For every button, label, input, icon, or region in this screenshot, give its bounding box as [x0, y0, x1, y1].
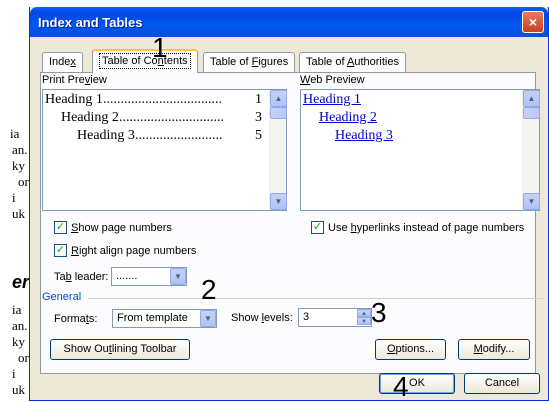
web-heading-2-link[interactable]: Heading 2	[319, 110, 377, 126]
print-preview-box: Heading 1...............................…	[42, 89, 287, 211]
web-heading-1-link[interactable]: Heading 1	[303, 92, 361, 108]
label-text: eb Preview	[310, 74, 365, 86]
annotation-3: 3	[371, 297, 387, 328]
label-text: Forma	[54, 313, 86, 325]
leader-dots: ..............................	[118, 110, 224, 125]
label-text: yperlinks instead of page numbers	[356, 222, 525, 234]
label-text: Ta	[54, 271, 66, 283]
show-page-numbers-checkbox[interactable]: ✓	[54, 221, 67, 234]
annotation-4: 4	[393, 371, 409, 402]
label-text: leader:	[71, 271, 109, 283]
show-outlining-toolbar-button[interactable]: Show Outlining Toolbar	[50, 339, 190, 360]
preview-heading-1: Heading 1...............................…	[45, 92, 265, 108]
scroll-down-icon[interactable]: ▼	[523, 193, 540, 210]
spinner-buttons[interactable]: ▲ ▼	[357, 309, 371, 326]
tab-leader-label: Tab leader:	[54, 271, 108, 283]
right-align-page-numbers-checkbox[interactable]: ✓	[54, 244, 67, 257]
use-hyperlinks-checkbox[interactable]: ✓	[311, 221, 324, 234]
annotation-1: 1	[152, 32, 168, 63]
tab-index[interactable]: Index	[42, 52, 83, 72]
tab-label: Table of	[210, 56, 252, 68]
scroll-up-icon[interactable]: ▲	[270, 90, 287, 107]
tab-label: Inde	[49, 56, 71, 68]
scroll-down-icon[interactable]: ▼	[270, 193, 287, 210]
heading-text: Heading 3	[77, 128, 135, 143]
web-preview-label: Web Preview	[300, 74, 365, 86]
scroll-up-icon[interactable]: ▲	[523, 90, 540, 107]
chevron-down-icon[interactable]: ▼	[200, 310, 216, 327]
web-heading-3-link[interactable]: Heading 3	[335, 128, 393, 144]
label-text: Print Pre	[42, 74, 85, 86]
tab-accel: x	[70, 56, 76, 68]
label-text: Show	[231, 312, 262, 324]
close-icon: ×	[528, 14, 538, 30]
tab-leader-dropdown[interactable]: ....... ▼	[111, 267, 187, 286]
tab-table-of-contents[interactable]: Table of Contents	[92, 49, 198, 73]
page-number: 5	[255, 128, 262, 143]
web-preview-box: Heading 1 Heading 2 Heading 3 ▲ ▼	[300, 89, 540, 211]
heading-text: Heading 1	[45, 92, 103, 107]
print-preview-label: Print Preview	[42, 74, 107, 86]
heading-text: Heading 2	[61, 110, 119, 125]
button-label: Show Ou	[63, 343, 109, 355]
dropdown-value: .......	[116, 270, 138, 282]
button-label: odify...	[482, 343, 515, 355]
right-align-page-numbers-label[interactable]: Right align page numbers	[71, 245, 196, 257]
tab-label-pre: Table of Co	[102, 55, 158, 67]
preview-heading-3: Heading 3.........................	[77, 128, 251, 144]
chevron-down-icon[interactable]: ▼	[170, 268, 186, 285]
leader-dots: ..................................	[102, 92, 222, 107]
tab-table-of-authorities[interactable]: Table of Authorities	[299, 52, 406, 72]
preview-heading-2: Heading 2..............................	[61, 110, 251, 126]
tab-label: igures	[258, 56, 289, 68]
index-and-tables-dialog: Index and Tables × Index Table of Conten…	[29, 7, 549, 401]
button-accel: M	[473, 343, 483, 355]
modify-button[interactable]: Modify...	[458, 339, 530, 360]
print-preview-scrollbar[interactable]: ▲ ▼	[269, 90, 287, 210]
dropdown-value: From template	[117, 312, 188, 324]
show-page-numbers-label[interactable]: Show page numbers	[71, 222, 172, 234]
page-number: 1	[255, 92, 262, 107]
ok-button[interactable]: OK	[379, 373, 455, 394]
use-hyperlinks-label[interactable]: Use hyperlinks instead of page numbers	[328, 222, 524, 234]
label-accel: R	[71, 245, 79, 257]
web-preview-scrollbar[interactable]: ▲ ▼	[522, 90, 540, 210]
checkmark-icon: ✓	[55, 244, 66, 256]
spinner-value: 3	[303, 311, 310, 323]
formats-dropdown[interactable]: From template ▼	[112, 309, 217, 328]
options-button[interactable]: Options...	[375, 339, 446, 360]
scroll-thumb[interactable]	[523, 107, 540, 119]
checkmark-icon: ✓	[312, 221, 323, 233]
spin-up-icon[interactable]: ▲	[357, 309, 371, 317]
label-text: iew	[90, 74, 107, 86]
button-label: lining Toolbar	[111, 343, 177, 355]
label-text: how page numbers	[78, 222, 172, 234]
label-text: evels:	[264, 312, 293, 324]
scroll-thumb[interactable]	[270, 107, 287, 119]
title-bar[interactable]: Index and Tables ×	[30, 7, 548, 37]
label-text: Use	[328, 222, 351, 234]
annotation-2: 2	[201, 274, 217, 305]
close-button[interactable]: ×	[522, 11, 544, 33]
tab-label: Table of Contents	[99, 53, 191, 69]
button-label: ptions...	[395, 343, 435, 355]
spin-down-icon[interactable]: ▼	[357, 317, 371, 325]
dialog-title: Index and Tables	[38, 15, 143, 30]
tab-label: Table of	[306, 56, 347, 68]
group-divider	[88, 298, 543, 299]
show-levels-label: Show levels:	[231, 312, 293, 324]
page-number: 3	[255, 110, 262, 125]
checkmark-icon: ✓	[55, 221, 66, 233]
button-accel: O	[386, 343, 396, 355]
tab-table-of-figures[interactable]: Table of Figures	[203, 52, 296, 72]
show-levels-spinner[interactable]: 3 ▲ ▼	[298, 308, 372, 327]
label-accel: W	[300, 74, 311, 86]
formats-label: Formats:	[54, 313, 97, 325]
label-text: ight align page numbers	[78, 245, 197, 257]
leader-dots: .........................	[134, 128, 223, 143]
label-text: s:	[88, 313, 98, 325]
cancel-button[interactable]: Cancel	[464, 373, 540, 394]
tab-label: uthorities	[354, 56, 399, 68]
general-group-title: General	[42, 291, 82, 303]
